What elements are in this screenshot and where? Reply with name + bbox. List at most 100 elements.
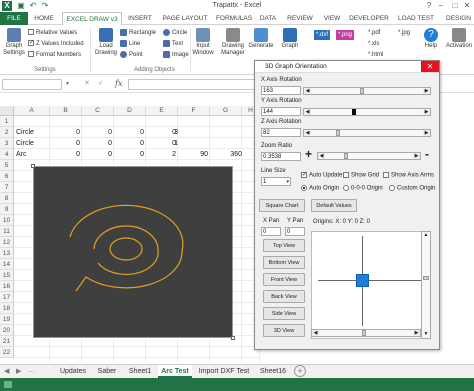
default-values-button[interactable]: Default Values [311,199,357,212]
cell-h4[interactable]: 360 [210,149,244,160]
pan-vertical-scrollbar[interactable]: ▲ ▼ [421,231,431,339]
export-html-button[interactable]: *.html [368,50,383,60]
more-sheets-icon[interactable]: … [28,367,35,374]
auto-origin-radio[interactable]: Auto Origin [301,185,339,192]
tab-design[interactable]: DESIGN [443,12,474,25]
column-header[interactable]: C [82,106,114,116]
confirm-entry-icon[interactable]: ✓ [98,79,104,87]
close-icon[interactable]: ✕ [462,1,472,11]
scroll-right-icon[interactable]: ▶ [423,130,430,136]
sheet-tab-sheet16[interactable]: Sheet16 [256,365,290,378]
z-axis-input[interactable]: 82 [261,128,301,137]
tab-review[interactable]: REVIEW [283,12,317,25]
zoom-in-button[interactable]: + [305,147,312,161]
name-box-dropdown-icon[interactable]: ▾ [66,80,69,87]
slider-thumb[interactable] [360,88,364,94]
scroll-thumb[interactable] [423,276,429,280]
scroll-right-icon[interactable]: ▶ [423,88,430,94]
row-header[interactable]: 7 [0,182,14,193]
sheet-tab-updates[interactable]: Updates [56,365,90,378]
chart-resize-handle[interactable] [31,164,35,168]
scroll-right-icon[interactable]: ▶ [413,153,420,159]
x-pan-input[interactable]: 0 [261,227,281,236]
column-header[interactable]: A [14,106,50,116]
drawing-chart[interactable] [33,166,233,338]
3d-view-button[interactable]: 3D View [263,324,305,337]
activation-button[interactable]: Activation [444,28,474,50]
row-header[interactable]: 2 [0,127,14,138]
column-header[interactable]: B [50,106,82,116]
show-grid-checkbox[interactable]: Show Grid [343,172,379,179]
cancel-entry-icon[interactable]: ✕ [84,79,90,87]
cell-d2[interactable]: 0 [114,127,146,138]
z-axis-slider[interactable]: ◀ ▶ [303,129,431,137]
x-axis-slider[interactable]: ◀ ▶ [303,87,431,95]
line-button[interactable]: Line [120,39,140,49]
cell-b3[interactable]: 0 [50,138,82,149]
tab-excel-draw[interactable]: EXCEL DRAW v3 [62,12,122,26]
scroll-left-icon[interactable]: ◀ [318,153,325,159]
sheet-tab-sheet1[interactable]: Sheet1 [124,365,156,378]
name-box[interactable] [2,79,62,90]
export-pdf-button[interactable]: *.pdf [368,28,380,38]
cell-f3[interactable]: 1 [154,138,180,149]
row-header[interactable]: 9 [0,204,14,215]
formula-input[interactable] [128,79,256,90]
maximize-icon[interactable]: □ [450,1,460,11]
cell-b4[interactable]: 0 [50,149,82,160]
x-axis-input[interactable]: 163 [261,86,301,95]
custom-origin-radio[interactable]: Custom Origin [389,185,435,192]
slider-thumb[interactable] [362,330,366,336]
y-axis-input[interactable]: 144 [261,107,301,116]
top-view-button[interactable]: Top View [263,239,305,252]
row-header[interactable]: 11 [0,226,14,237]
row-header[interactable]: 6 [0,171,14,182]
tab-developer[interactable]: DEVELOPER [347,12,391,25]
cell-e4[interactable]: 2 [146,149,178,160]
tab-data[interactable]: DATA [256,12,280,25]
scroll-left-icon[interactable]: ◀ [304,109,311,115]
row-header[interactable]: 5 [0,160,14,171]
dialog-title-bar[interactable]: 3D Graph Orientation ✕ [255,61,439,73]
scroll-left-icon[interactable]: ◀ [304,130,311,136]
row-header[interactable]: 10 [0,215,14,226]
help-icon[interactable]: ? [424,1,434,11]
text-button[interactable]: Text [163,39,183,49]
front-view-button[interactable]: Front View [263,273,305,286]
origin-000-radio[interactable]: 0-0-0 Origin [343,185,383,192]
graph-button[interactable]: Graph [278,28,302,50]
auto-update-checkbox[interactable]: ✓ Auto Update [301,172,342,179]
row-header[interactable]: 1 [0,116,14,127]
column-header[interactable]: E [146,106,178,116]
column-header[interactable]: D [114,106,146,116]
square-chart-button[interactable]: Square Chart [259,199,305,212]
line-size-select[interactable]: 1 ▾ [261,177,291,186]
row-header[interactable]: 21 [0,336,14,347]
cell-c4[interactable]: 0 [82,149,114,160]
row-header[interactable]: 19 [0,314,14,325]
input-window-button[interactable]: Input Window [192,28,214,57]
load-drawing-button[interactable]: Load Drawing [93,28,119,57]
y-pan-input[interactable]: 0 [285,227,305,236]
row-header[interactable]: 4 [0,149,14,160]
row-header[interactable]: 3 [0,138,14,149]
column-header[interactable]: G [210,106,242,116]
back-view-button[interactable]: Back View [263,290,305,303]
cell-g4[interactable]: 90 [178,149,210,160]
tab-formulas[interactable]: FORMULAS [214,12,254,25]
row-header[interactable]: 16 [0,281,14,292]
show-axis-arms-checkbox[interactable]: Show Axis Arms [383,172,434,179]
scroll-down-icon[interactable]: ▼ [422,331,430,338]
row-header[interactable]: 15 [0,270,14,281]
minimize-icon[interactable]: – [436,1,446,11]
row-header[interactable]: 20 [0,325,14,336]
scroll-left-icon[interactable]: ◀ [312,330,319,336]
pan-marker[interactable] [356,274,369,287]
tab-file[interactable]: FILE [0,12,28,25]
select-all-corner[interactable] [0,106,14,116]
bottom-view-button[interactable]: Bottom View [263,256,305,269]
cell-f2[interactable]: 3 [154,127,180,138]
generate-button[interactable]: Generate [248,28,274,50]
macro-record-icon[interactable] [4,381,12,388]
sheet-tab-arc-test[interactable]: Arc Test [158,365,192,378]
